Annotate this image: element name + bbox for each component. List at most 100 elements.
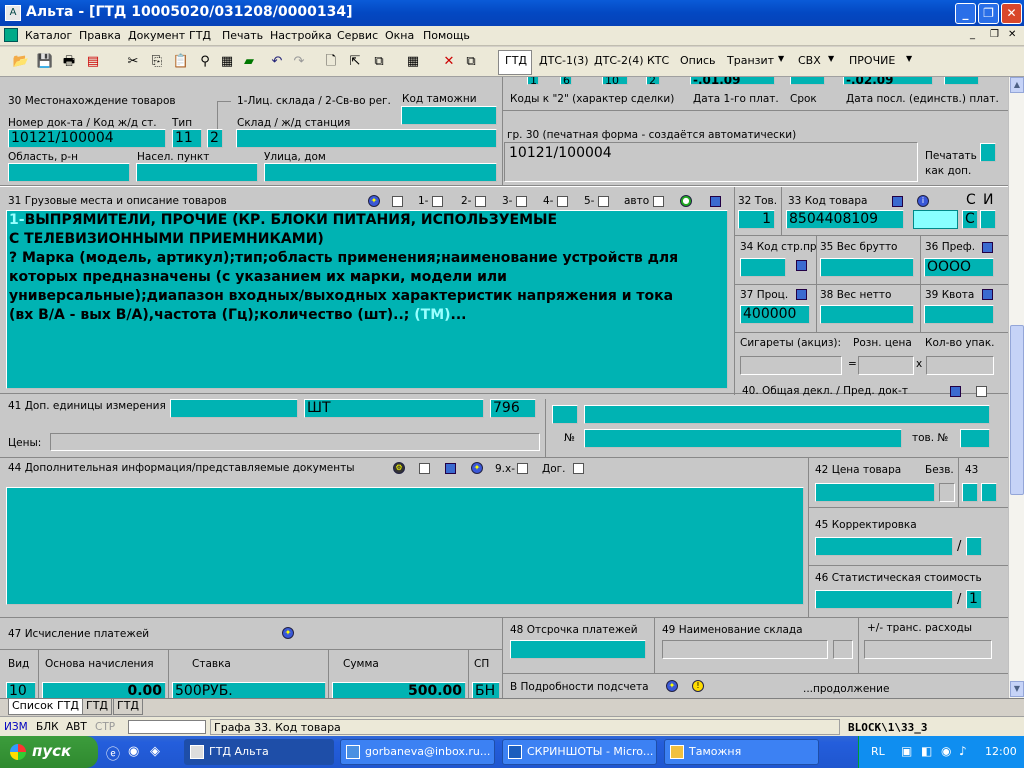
paste-icon[interactable]: 📋: [172, 53, 190, 71]
gross-weight-field[interactable]: [820, 258, 914, 277]
undo-icon[interactable]: ↶: [268, 53, 286, 71]
box31-window-icon[interactable]: [710, 196, 721, 207]
box44-9x-label[interactable]: 9.х-: [495, 463, 515, 475]
calc-details-action-icon[interactable]: ✦: [666, 680, 678, 692]
task-customs[interactable]: Таможня: [664, 739, 819, 765]
customs-code-field[interactable]: [401, 106, 497, 125]
tray-icon-2[interactable]: ◧: [921, 744, 932, 758]
menu-help[interactable]: Помощь: [423, 29, 470, 42]
menu-edit[interactable]: Правка: [79, 29, 121, 42]
export-icon[interactable]: ⇱: [346, 53, 364, 71]
menu-document[interactable]: Документ: [128, 29, 185, 42]
box39-window-icon[interactable]: [982, 289, 993, 300]
hs-code-field[interactable]: 8504408109: [786, 210, 904, 229]
box31-note-icon[interactable]: [392, 196, 403, 207]
top-field-a[interactable]: 1: [527, 77, 539, 85]
street-field[interactable]: [264, 163, 497, 182]
top-field-d[interactable]: 2: [646, 77, 660, 85]
prices-field[interactable]: [50, 433, 540, 451]
box31-item3[interactable]: 3-: [502, 195, 512, 207]
warehouse-field[interactable]: [236, 129, 497, 148]
quota-field[interactable]: [924, 305, 994, 324]
menu-settings[interactable]: Настройка: [270, 29, 332, 42]
tab-transit[interactable]: Транзит: [727, 54, 774, 67]
box40-window-icon[interactable]: [950, 386, 961, 397]
box31-green-icon[interactable]: ●: [680, 195, 692, 207]
net-weight-field[interactable]: [820, 305, 914, 324]
book-icon[interactable]: ▰: [240, 53, 258, 71]
top-field-e[interactable]: [944, 77, 979, 85]
cut-icon[interactable]: ✂: [124, 53, 142, 71]
tab-inventory[interactable]: Опись: [680, 54, 716, 67]
box43-field-1[interactable]: [962, 483, 978, 502]
pack-count-field[interactable]: [926, 356, 994, 375]
payment-deferral-field[interactable]: [510, 640, 646, 659]
extra-unit-name-field[interactable]: ШТ: [304, 399, 484, 418]
clone-icon[interactable]: ⧉: [462, 53, 480, 71]
hs-i-field[interactable]: [980, 210, 996, 229]
term-field[interactable]: [790, 77, 825, 85]
menu-service[interactable]: Сервис: [337, 29, 378, 42]
type-field[interactable]: 11: [172, 129, 202, 148]
table-icon[interactable]: ▦: [404, 53, 422, 71]
scroll-thumb[interactable]: [1010, 325, 1024, 495]
statistical-extra-field[interactable]: 1: [966, 590, 982, 609]
tab-kts[interactable]: КТС: [647, 54, 669, 67]
volume-icon[interactable]: ♪: [959, 744, 967, 758]
close-button[interactable]: ✕: [1001, 3, 1022, 24]
box31-item5-icon[interactable]: [598, 196, 609, 207]
doc-number-field[interactable]: 10121/100004: [8, 129, 166, 148]
retail-price-field[interactable]: [858, 356, 914, 375]
sheet-tab-gtd-2[interactable]: ГТД: [113, 699, 144, 715]
first-payment-date[interactable]: -.01.09: [690, 77, 775, 85]
box44-note-icon[interactable]: [419, 463, 430, 474]
status-input[interactable]: [128, 720, 206, 734]
box31-item1[interactable]: 1-: [418, 195, 428, 207]
box31-item4[interactable]: 4-: [543, 195, 553, 207]
box44-9x-icon[interactable]: [517, 463, 528, 474]
tab-other[interactable]: ПРОЧИЕ: [849, 54, 895, 67]
tab-svh[interactable]: СВХ: [798, 54, 821, 67]
box44-contract-label[interactable]: Дог.: [542, 463, 565, 475]
ie-icon[interactable]: ⓔ: [106, 744, 120, 764]
maximize-button[interactable]: ❐: [978, 3, 999, 24]
payment-sum-field[interactable]: 500.00: [332, 682, 466, 698]
sheet-tab-list[interactable]: Список ГТД: [8, 699, 83, 715]
additional-info-field[interactable]: [6, 487, 804, 605]
calculator-icon[interactable]: ▦: [218, 53, 236, 71]
box36-window-icon[interactable]: [982, 242, 993, 253]
top-field-c[interactable]: 10: [602, 77, 628, 85]
task-screenshots[interactable]: СКРИНШОТЫ - Micro...: [502, 739, 657, 765]
mdi-close-icon[interactable]: ✕: [1008, 29, 1016, 40]
hs-code-extra-field[interactable]: [913, 210, 958, 229]
find-icon[interactable]: ⚲: [196, 53, 214, 71]
sheet-tab-gtd-1[interactable]: ГТД: [82, 699, 113, 715]
scroll-down-icon[interactable]: ▼: [1010, 681, 1024, 697]
box31-item2-icon[interactable]: [475, 196, 486, 207]
box33-info-icon[interactable]: i: [917, 195, 929, 207]
box31-item2[interactable]: 2-: [461, 195, 471, 207]
cigarettes-field[interactable]: [740, 356, 842, 375]
media-icon[interactable]: ◉: [128, 744, 139, 759]
adjustment-extra-field[interactable]: [966, 537, 982, 556]
box33-window-icon[interactable]: [892, 196, 903, 207]
vertical-scrollbar[interactable]: ▲ ▼: [1008, 77, 1024, 698]
item-price-field[interactable]: [815, 483, 935, 502]
prev-doc-number-field[interactable]: [584, 429, 902, 448]
prev-doc-field[interactable]: [584, 405, 990, 424]
save-icon[interactable]: 💾: [36, 53, 54, 71]
box40-note-icon[interactable]: [976, 386, 987, 397]
region-field[interactable]: [8, 163, 130, 182]
open-icon[interactable]: 📂: [12, 53, 30, 71]
box31-item4-icon[interactable]: [557, 196, 568, 207]
new-doc-icon[interactable]: 🗋: [322, 53, 340, 71]
hs-c-field[interactable]: С: [962, 210, 978, 229]
warehouse-extra-field[interactable]: [833, 640, 853, 659]
delete-icon[interactable]: ✕: [440, 53, 458, 71]
statistical-value-field[interactable]: [815, 590, 953, 609]
type2-field[interactable]: 2: [207, 129, 223, 148]
warehouse-name-field[interactable]: [662, 640, 828, 659]
box31-item5[interactable]: 5-: [584, 195, 594, 207]
prev-doc-item-field[interactable]: [960, 429, 990, 448]
box31-action-icon[interactable]: ✦: [368, 195, 380, 207]
